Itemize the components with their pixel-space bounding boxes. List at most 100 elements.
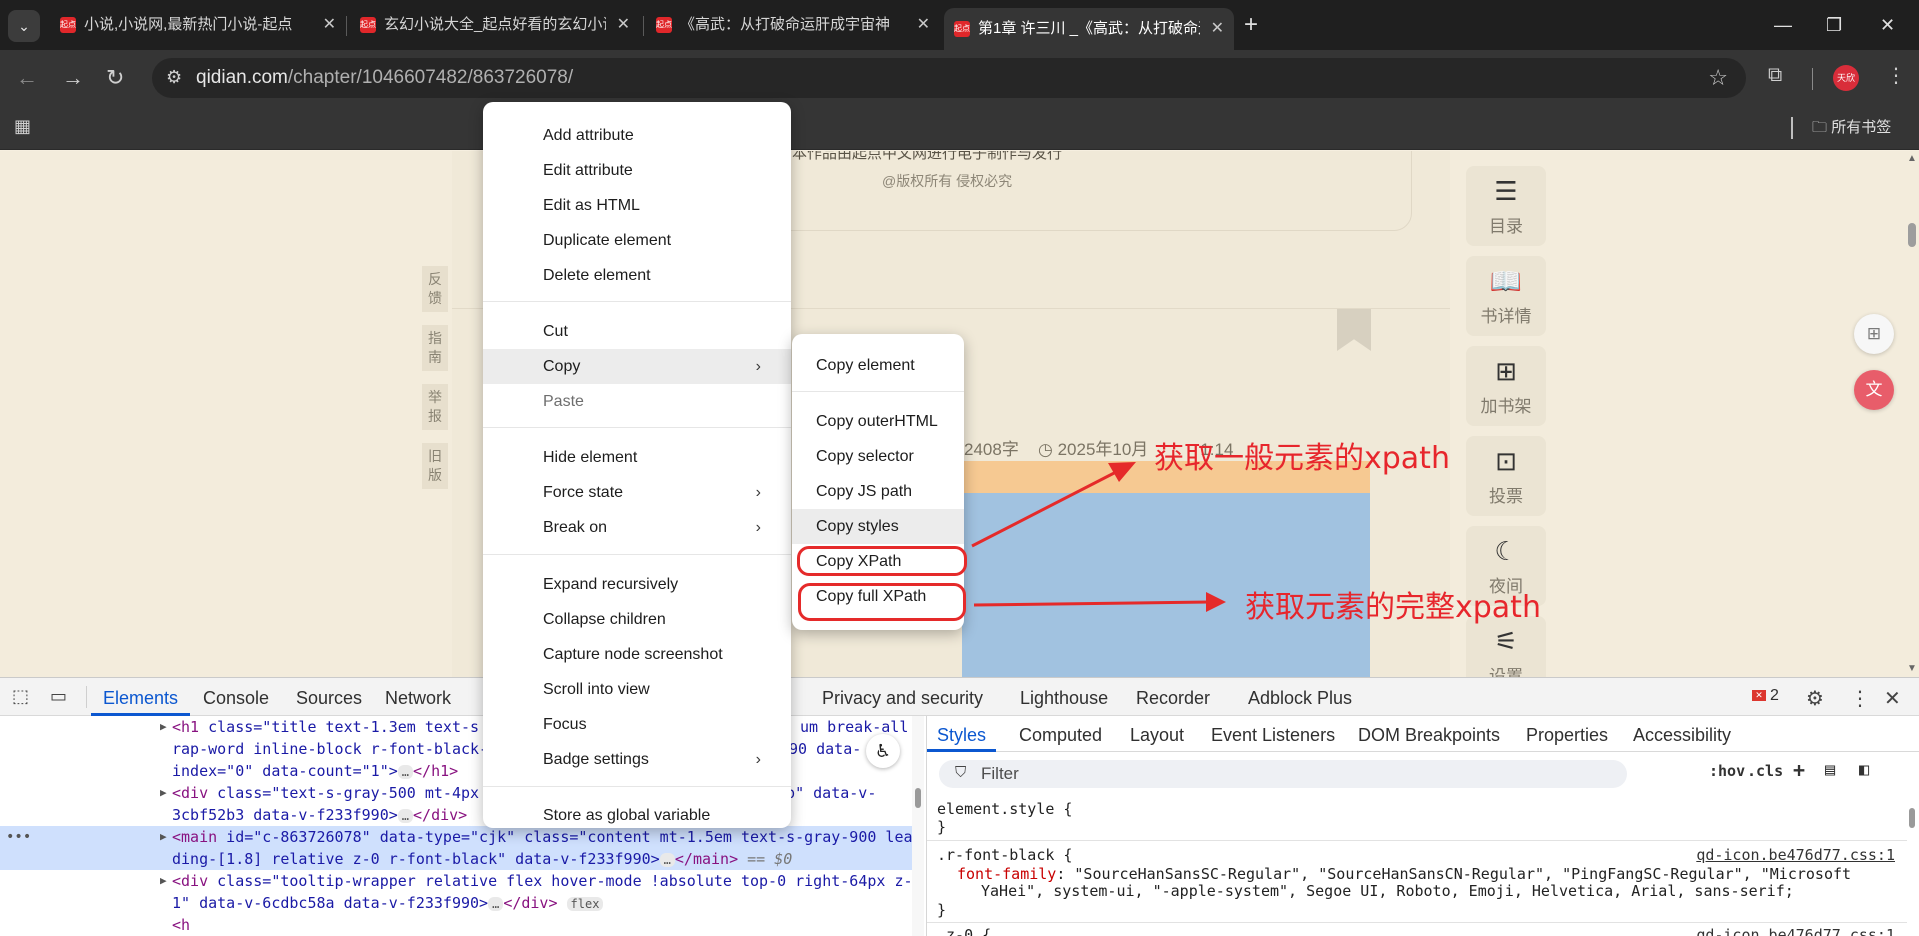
more-menu-icon[interactable]: ⋮	[1886, 63, 1906, 88]
profile-avatar[interactable]: 天欣	[1833, 65, 1859, 91]
scroll-down-icon[interactable]: ▼	[1907, 663, 1917, 674]
tab-styles[interactable]: Styles	[927, 716, 997, 752]
menu-copy-styles[interactable]: Copy styles	[792, 509, 964, 544]
tab-computed[interactable]: Computed	[1019, 716, 1102, 752]
menu-edit-as-html[interactable]: Edit as HTML	[483, 188, 791, 223]
restore-button[interactable]: ❐	[1826, 10, 1842, 40]
toggle-sidebar-icon[interactable]: ◧	[1859, 760, 1869, 780]
tab-adblock-plus[interactable]: Adblock Plus	[1248, 678, 1352, 716]
node-actions-icon[interactable]: •••	[6, 826, 31, 848]
old-version-button[interactable]: 旧版	[422, 443, 448, 489]
menu-collapse-children[interactable]: Collapse children	[483, 602, 791, 637]
menu-copy-element[interactable]: Copy element	[792, 348, 964, 383]
menu-cut[interactable]: Cut	[483, 314, 791, 349]
expand-triangle-icon[interactable]: ▶	[160, 782, 167, 804]
page-scrollbar[interactable]: ▲ ▼	[1905, 151, 1919, 677]
translate-float-icon[interactable]: 文	[1854, 370, 1894, 410]
reload-icon[interactable]: ↻	[106, 64, 124, 92]
menu-expand-recursively[interactable]: Expand recursively	[483, 567, 791, 602]
expand-triangle-icon[interactable]: ▶	[160, 870, 167, 892]
tab-layout[interactable]: Layout	[1130, 716, 1184, 752]
devtools-more-icon[interactable]: ⋮	[1850, 686, 1870, 711]
tab-active[interactable]: 起点 第1章 许三川 _《高武：从打破命运肝成宇宙神》 ✕	[944, 8, 1234, 50]
back-icon[interactable]: ←	[16, 64, 38, 92]
tab-elements[interactable]: Elements	[91, 678, 191, 716]
menu-hide-element[interactable]: Hide element	[483, 440, 791, 475]
menu-duplicate-element[interactable]: Duplicate element	[483, 223, 791, 258]
tab-2[interactable]: 起点 玄幻小说大全_起点好看的玄幻小说 ✕	[350, 8, 640, 42]
all-bookmarks-button[interactable]: 🗀 所有书签	[1812, 116, 1891, 142]
gear-icon[interactable]: ⚙	[1806, 686, 1824, 711]
tab-3[interactable]: 起点 《高武：从打破命运肝成宇宙神 ✕	[646, 8, 940, 42]
menu-capture-node-screenshot[interactable]: Capture node screenshot	[483, 637, 791, 672]
menu-copy-selector[interactable]: Copy selector	[792, 439, 964, 474]
tab-console[interactable]: Console	[203, 678, 269, 716]
expand-triangle-icon[interactable]: ▶	[160, 716, 167, 738]
rule-selector[interactable]: .r-font-black {	[937, 846, 1072, 864]
add-shelf-button[interactable]: ⊞ 加书架	[1466, 346, 1546, 426]
dom-node-main-cont[interactable]: ding-[1.8] relative z-0 r-font-black" da…	[0, 848, 912, 870]
extensions-icon[interactable]: ⧉	[1768, 64, 1782, 87]
element-style-rule[interactable]: element.style {	[937, 800, 1072, 818]
new-tab-button[interactable]: +	[1244, 10, 1258, 40]
site-info-icon[interactable]: ⚙	[166, 67, 182, 88]
book-detail-button[interactable]: 📖 书详情	[1466, 256, 1546, 336]
feedback-button[interactable]: 反馈	[422, 266, 448, 312]
bookmark-ribbon-icon[interactable]	[1337, 309, 1371, 351]
apps-float-icon[interactable]: ⊞	[1854, 314, 1894, 354]
menu-force-state[interactable]: Force state ›	[483, 475, 791, 510]
styles-scrollbar[interactable]	[1906, 790, 1918, 936]
address-bar[interactable]: ⚙ qidian.com/chapter/1046607482/86372607…	[152, 58, 1746, 98]
vote-button[interactable]: ⊡ 投票	[1466, 436, 1546, 516]
styles-scroll-thumb[interactable]	[1909, 808, 1915, 828]
menu-paste[interactable]: Paste	[483, 384, 791, 419]
scroll-up-icon[interactable]: ▲	[1907, 153, 1917, 164]
tab-recorder[interactable]: Recorder	[1136, 678, 1210, 716]
hov-toggle[interactable]: :hov	[1709, 762, 1745, 780]
tab-event-listeners[interactable]: Event Listeners	[1211, 716, 1335, 752]
menu-break-on[interactable]: Break on ›	[483, 510, 791, 545]
accessibility-tree-icon[interactable]: ♿	[866, 734, 900, 768]
bookmark-star-icon[interactable]: ☆	[1708, 65, 1728, 91]
next-rule-source-link[interactable]: qd-icon.be476d77.css:1	[1696, 926, 1895, 936]
close-icon[interactable]: ✕	[323, 8, 336, 42]
tab-dom-breakpoints[interactable]: DOM Breakpoints	[1358, 716, 1500, 752]
error-counter[interactable]: ✕ 2	[1752, 687, 1779, 705]
expand-triangle-icon[interactable]: ▶	[160, 826, 167, 848]
rule-source-link[interactable]: qd-icon.be476d77.css:1	[1696, 846, 1895, 864]
dom-scrollbar[interactable]	[912, 716, 924, 936]
device-toolbar-icon[interactable]: ▭	[50, 686, 67, 707]
inspect-element-icon[interactable]: ⬚	[12, 686, 29, 707]
menu-badge-settings[interactable]: Badge settings ›	[483, 742, 791, 777]
tab-privacy[interactable]: Privacy and security	[822, 678, 983, 716]
tab-lighthouse[interactable]: Lighthouse	[1020, 678, 1108, 716]
window-close-button[interactable]: ✕	[1880, 10, 1895, 40]
menu-copy-js-path[interactable]: Copy JS path	[792, 474, 964, 509]
next-rule-selector[interactable]: .z-0 {	[937, 926, 991, 936]
minimize-button[interactable]: —	[1774, 10, 1792, 40]
close-icon[interactable]: ✕	[1211, 12, 1224, 46]
tab-sources[interactable]: Sources	[296, 678, 362, 716]
page-scroll-thumb[interactable]	[1908, 223, 1916, 247]
toc-button[interactable]: ☰ 目录	[1466, 166, 1546, 246]
color-format-icon[interactable]: ▤	[1825, 760, 1835, 780]
close-icon[interactable]: ✕	[917, 8, 930, 42]
dom-scroll-thumb[interactable]	[915, 788, 921, 808]
tab-properties[interactable]: Properties	[1526, 716, 1608, 752]
tab-accessibility[interactable]: Accessibility	[1633, 716, 1731, 752]
css-declaration[interactable]: font-family: "SourceHanSansSC-Regular", …	[957, 865, 1851, 883]
dom-node-tooltip[interactable]: ▶ <div class="tooltip-wrapper relative f…	[0, 870, 912, 892]
apps-grid-icon[interactable]: ▦	[14, 116, 31, 137]
tab-1[interactable]: 起点 小说,小说网,最新热门小说-起点 ✕	[50, 8, 346, 42]
report-button[interactable]: 举报	[422, 384, 448, 430]
guide-button[interactable]: 指南	[422, 325, 448, 371]
menu-scroll-into-view[interactable]: Scroll into view	[483, 672, 791, 707]
menu-focus[interactable]: Focus	[483, 707, 791, 742]
devtools-close-icon[interactable]: ✕	[1884, 686, 1901, 711]
dom-node-tooltip-end[interactable]: 1" data-v-6cdbc58a data-v-f233f990>… </di…	[0, 892, 912, 914]
menu-store-as-global-variable[interactable]: Store as global variable	[483, 798, 791, 833]
menu-edit-attribute[interactable]: Edit attribute	[483, 153, 791, 188]
menu-copy[interactable]: Copy ›	[483, 349, 791, 384]
tab-search-button[interactable]: ⌄	[8, 10, 40, 42]
dom-node-next[interactable]: <h	[0, 914, 912, 936]
